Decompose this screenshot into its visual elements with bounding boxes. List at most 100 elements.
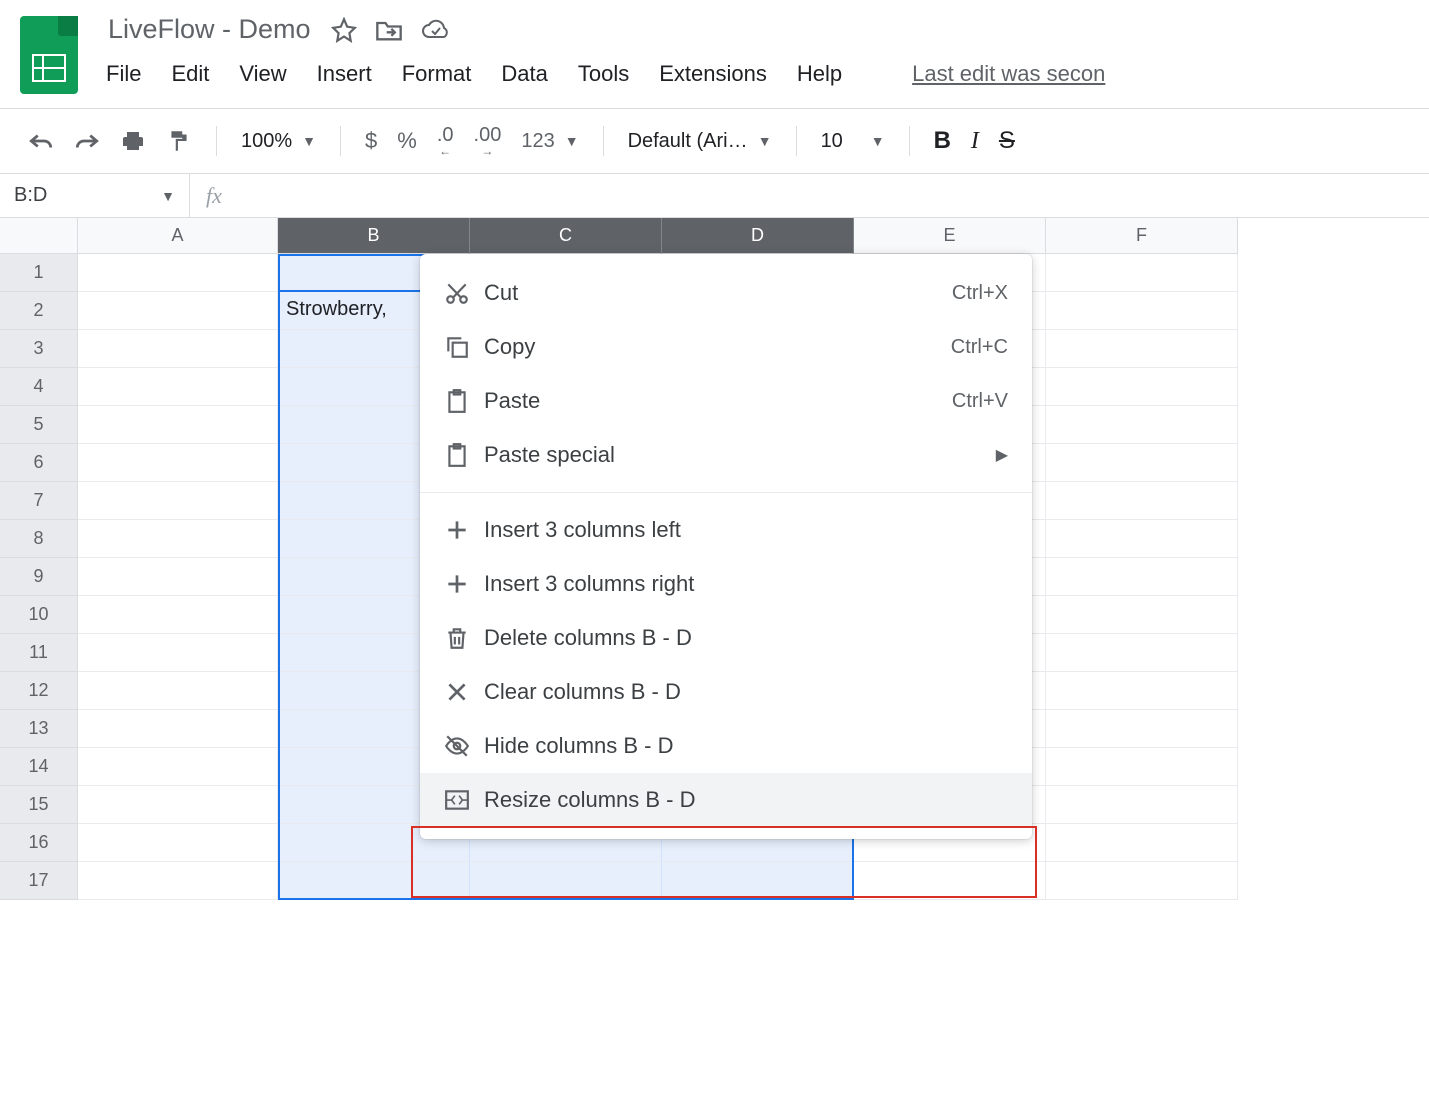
cell-A15[interactable] <box>78 786 278 824</box>
move-icon[interactable] <box>375 18 403 42</box>
menu-item-clear-columns-b-d[interactable]: Clear columns B - D <box>420 665 1032 719</box>
row-header-11[interactable]: 11 <box>0 634 78 672</box>
sheets-logo[interactable] <box>20 16 78 94</box>
row-header-10[interactable]: 10 <box>0 596 78 634</box>
menu-item-resize-columns-b-d[interactable]: Resize columns B - D <box>420 773 1032 827</box>
bold-button[interactable]: B <box>926 123 959 159</box>
strikethrough-button[interactable]: S <box>991 123 1023 159</box>
redo-button[interactable] <box>66 127 108 155</box>
menu-item-insert-3-columns-right[interactable]: Insert 3 columns right <box>420 557 1032 611</box>
star-icon[interactable] <box>331 17 357 43</box>
paint-format-button[interactable] <box>158 124 200 158</box>
cell-F17[interactable] <box>1046 862 1238 900</box>
cell-A7[interactable] <box>78 482 278 520</box>
cell-A1[interactable] <box>78 254 278 292</box>
select-all-corner[interactable] <box>0 218 78 254</box>
cell-A12[interactable] <box>78 672 278 710</box>
cell-A4[interactable] <box>78 368 278 406</box>
menu-tools[interactable]: Tools <box>578 61 629 87</box>
format-percent-button[interactable]: % <box>389 124 425 158</box>
column-header-E[interactable]: E <box>854 218 1046 254</box>
menu-help[interactable]: Help <box>797 61 842 87</box>
row-header-8[interactable]: 8 <box>0 520 78 558</box>
name-box[interactable]: B:D▼ <box>0 174 190 217</box>
increase-decimal-button[interactable]: .00→ <box>466 121 510 161</box>
row-header-13[interactable]: 13 <box>0 710 78 748</box>
cell-B17[interactable] <box>278 862 470 900</box>
cell-A2[interactable] <box>78 292 278 330</box>
cell-F16[interactable] <box>1046 824 1238 862</box>
cell-F10[interactable] <box>1046 596 1238 634</box>
menu-item-cut[interactable]: CutCtrl+X <box>420 266 1032 320</box>
cell-A6[interactable] <box>78 444 278 482</box>
menu-item-delete-columns-b-d[interactable]: Delete columns B - D <box>420 611 1032 665</box>
cell-F2[interactable] <box>1046 292 1238 330</box>
column-header-F[interactable]: F <box>1046 218 1238 254</box>
row-header-12[interactable]: 12 <box>0 672 78 710</box>
cell-A13[interactable] <box>78 710 278 748</box>
cell-F9[interactable] <box>1046 558 1238 596</box>
row-header-16[interactable]: 16 <box>0 824 78 862</box>
row-header-6[interactable]: 6 <box>0 444 78 482</box>
row-header-2[interactable]: 2 <box>0 292 78 330</box>
cell-A5[interactable] <box>78 406 278 444</box>
row-header-9[interactable]: 9 <box>0 558 78 596</box>
row-header-7[interactable]: 7 <box>0 482 78 520</box>
format-currency-button[interactable]: $ <box>357 124 385 158</box>
cell-D17[interactable] <box>662 862 854 900</box>
cell-F13[interactable] <box>1046 710 1238 748</box>
menu-insert[interactable]: Insert <box>317 61 372 87</box>
cell-C17[interactable] <box>470 862 662 900</box>
undo-button[interactable] <box>20 127 62 155</box>
menu-item-paste[interactable]: PasteCtrl+V <box>420 374 1032 428</box>
cell-A14[interactable] <box>78 748 278 786</box>
font-dropdown[interactable]: Default (Ari…▼ <box>620 126 780 157</box>
print-button[interactable] <box>112 125 154 157</box>
number-format-dropdown[interactable]: 123▼ <box>513 126 586 157</box>
column-header-A[interactable]: A <box>78 218 278 254</box>
menu-file[interactable]: File <box>106 61 141 87</box>
menu-extensions[interactable]: Extensions <box>659 61 767 87</box>
row-header-1[interactable]: 1 <box>0 254 78 292</box>
cell-F1[interactable] <box>1046 254 1238 292</box>
menu-item-paste-special[interactable]: Paste special▶ <box>420 428 1032 482</box>
row-header-15[interactable]: 15 <box>0 786 78 824</box>
cell-F11[interactable] <box>1046 634 1238 672</box>
row-header-17[interactable]: 17 <box>0 862 78 900</box>
cell-F6[interactable] <box>1046 444 1238 482</box>
menu-data[interactable]: Data <box>501 61 547 87</box>
cell-F7[interactable] <box>1046 482 1238 520</box>
cell-A17[interactable] <box>78 862 278 900</box>
cell-F12[interactable] <box>1046 672 1238 710</box>
column-header-B[interactable]: B <box>278 218 470 254</box>
menu-item-copy[interactable]: CopyCtrl+C <box>420 320 1032 374</box>
cell-A11[interactable] <box>78 634 278 672</box>
cell-A8[interactable] <box>78 520 278 558</box>
formula-input[interactable] <box>238 174 1429 217</box>
menu-view[interactable]: View <box>239 61 286 87</box>
italic-button[interactable]: I <box>963 124 987 159</box>
cell-F3[interactable] <box>1046 330 1238 368</box>
zoom-dropdown[interactable]: 100%▼ <box>233 126 324 157</box>
last-edit-link[interactable]: Last edit was secon <box>912 61 1105 87</box>
menu-item-hide-columns-b-d[interactable]: Hide columns B - D <box>420 719 1032 773</box>
fontsize-dropdown[interactable]: 10▼ <box>813 126 893 157</box>
document-title[interactable]: LiveFlow - Demo <box>106 10 313 49</box>
cell-E17[interactable] <box>854 862 1046 900</box>
cell-A16[interactable] <box>78 824 278 862</box>
cloud-saved-icon[interactable] <box>421 19 451 41</box>
menu-edit[interactable]: Edit <box>171 61 209 87</box>
cell-A10[interactable] <box>78 596 278 634</box>
menu-format[interactable]: Format <box>402 61 472 87</box>
cell-A9[interactable] <box>78 558 278 596</box>
column-header-D[interactable]: D <box>662 218 854 254</box>
column-header-C[interactable]: C <box>470 218 662 254</box>
cell-F15[interactable] <box>1046 786 1238 824</box>
row-header-5[interactable]: 5 <box>0 406 78 444</box>
menu-item-insert-3-columns-left[interactable]: Insert 3 columns left <box>420 503 1032 557</box>
row-header-3[interactable]: 3 <box>0 330 78 368</box>
cell-F5[interactable] <box>1046 406 1238 444</box>
row-header-4[interactable]: 4 <box>0 368 78 406</box>
cell-F14[interactable] <box>1046 748 1238 786</box>
row-header-14[interactable]: 14 <box>0 748 78 786</box>
